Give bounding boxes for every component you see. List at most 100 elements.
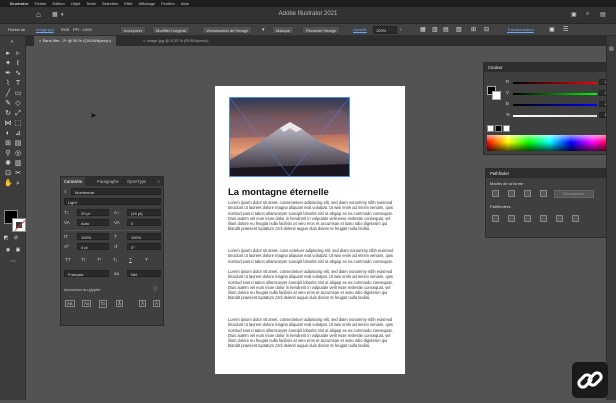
crop-button[interactable] bbox=[540, 215, 547, 222]
type-tool-icon[interactable]: T bbox=[14, 80, 22, 88]
pen-tool-icon[interactable]: ✒ bbox=[4, 70, 12, 78]
eyedropper-tool-icon[interactable]: ⚲ bbox=[4, 150, 12, 158]
lasso-tool-icon[interactable]: ℓ bbox=[14, 60, 22, 68]
line-tool-icon[interactable]: ╱ bbox=[4, 90, 12, 98]
unite-button[interactable] bbox=[492, 190, 499, 197]
panel-menu-icon[interactable]: ≡ bbox=[158, 177, 160, 186]
expand-button[interactable]: Décomposer bbox=[554, 190, 594, 198]
rectangle-tool-icon[interactable]: ▭ bbox=[14, 90, 22, 98]
paragraph[interactable]: Lorem ipsum dolor sit amet, consectetuer… bbox=[228, 200, 394, 248]
align-right-icon[interactable]: ⊟ bbox=[484, 24, 489, 36]
mesh-tool-icon[interactable]: ⊞ bbox=[4, 140, 12, 148]
divide-button[interactable] bbox=[492, 215, 499, 222]
color-spectrum[interactable] bbox=[487, 135, 613, 151]
snap-proximity-icon[interactable]: Ǻ bbox=[116, 300, 124, 307]
outline-button[interactable] bbox=[556, 215, 563, 222]
search-icon[interactable]: ⌕ bbox=[586, 11, 589, 18]
menu-item[interactable]: Aide bbox=[181, 0, 189, 7]
snap-xheight-icon[interactable]: Ax bbox=[82, 300, 92, 307]
black-swatch[interactable] bbox=[495, 125, 502, 132]
shape-builder-tool-icon[interactable]: ◐ bbox=[4, 130, 12, 138]
menu-item[interactable]: Texte bbox=[86, 0, 96, 7]
workspace-icon[interactable]: ▤ bbox=[600, 11, 606, 18]
channel-slider[interactable] bbox=[513, 82, 597, 84]
font-size-field[interactable]: 20 pt bbox=[77, 209, 109, 216]
chevron-right-icon[interactable]: › bbox=[400, 24, 402, 36]
edit-original-button[interactable]: Modifier l'original bbox=[152, 26, 190, 34]
screen-mode-icon[interactable]: ▣ bbox=[14, 246, 22, 254]
arrange-icon[interactable]: ▣ bbox=[549, 24, 555, 36]
merge-button[interactable] bbox=[524, 215, 531, 222]
transform-link[interactable]: Transformation bbox=[507, 24, 534, 36]
minus-front-button[interactable] bbox=[508, 190, 515, 197]
brush-tool-icon[interactable]: ⌇ bbox=[4, 80, 12, 88]
stroke-swatch[interactable] bbox=[12, 218, 26, 232]
language-select[interactable]: Français bbox=[64, 270, 109, 277]
collapse-icon[interactable]: » bbox=[8, 38, 16, 46]
tab-caractere[interactable]: Caractère bbox=[61, 177, 86, 186]
eraser-tool-icon[interactable]: ◇ bbox=[14, 100, 22, 108]
menu-item[interactable]: Affichage bbox=[138, 0, 155, 7]
tab-close-icon[interactable]: × bbox=[39, 38, 41, 43]
trim-button[interactable] bbox=[508, 215, 515, 222]
menu-icon[interactable]: ☰ bbox=[563, 24, 568, 36]
menu-item[interactable]: Fenêtre bbox=[161, 0, 175, 7]
font-family-field[interactable]: Montserrat bbox=[71, 188, 161, 195]
font-style-field[interactable]: Light bbox=[64, 198, 161, 205]
snap-glyph-bounds-icon[interactable]: ⊡ bbox=[99, 300, 107, 308]
tab-paragraphe[interactable]: Paragraphe bbox=[94, 177, 122, 186]
curvature-tool-icon[interactable]: ∿ bbox=[14, 70, 22, 78]
crop-image-button[interactable]: Recadrer l'image bbox=[302, 26, 341, 34]
arrange-icon[interactable]: ▣ bbox=[571, 11, 577, 18]
slice-tool-icon[interactable]: ✂ bbox=[14, 170, 22, 178]
blend-tool-icon[interactable]: ◎ bbox=[14, 150, 22, 158]
character-rotation-field[interactable]: 0° bbox=[127, 243, 161, 250]
image-trace-button[interactable]: Vectorisation de l'image bbox=[202, 26, 253, 34]
rotate-tool-icon[interactable]: ↻ bbox=[4, 110, 12, 118]
search-icon[interactable]: ⌕ bbox=[64, 189, 67, 194]
menu-item[interactable]: Illustrator bbox=[10, 0, 28, 7]
intersect-button[interactable] bbox=[524, 190, 531, 197]
chevron-down-icon[interactable]: ▾ bbox=[262, 24, 265, 36]
snap-anchor-icon[interactable]: Ä bbox=[153, 300, 161, 307]
gradient-tool-icon[interactable]: ▤ bbox=[14, 140, 22, 148]
horizontal-scale-field[interactable]: 100% bbox=[127, 233, 161, 240]
opacity-field[interactable]: 100% bbox=[373, 26, 397, 34]
default-colors-icon[interactable]: ◩ bbox=[2, 234, 10, 242]
selection-tool-icon[interactable]: ▸ bbox=[4, 50, 12, 58]
artboard-tool-icon[interactable]: ⊡ bbox=[4, 170, 12, 178]
align-icon[interactable]: ▥ bbox=[432, 24, 438, 36]
stroke-swatch[interactable] bbox=[492, 91, 501, 100]
pencil-tool-icon[interactable]: ✎ bbox=[4, 100, 12, 108]
symbol-sprayer-tool-icon[interactable]: ✺ bbox=[4, 160, 12, 168]
hand-tool-icon[interactable]: ✋ bbox=[4, 180, 13, 188]
free-transform-tool-icon[interactable]: ⬚ bbox=[14, 120, 22, 128]
snap-angular-icon[interactable]: Å bbox=[139, 300, 147, 307]
tracking-field[interactable]: 0 bbox=[127, 219, 161, 226]
magic-wand-tool-icon[interactable]: ✦ bbox=[4, 60, 12, 68]
perspective-tool-icon[interactable]: ⊿ bbox=[14, 130, 22, 138]
subscript-button[interactable]: T₁ bbox=[113, 257, 117, 262]
vertical-scale-field[interactable]: 100% bbox=[77, 233, 109, 240]
direct-selection-tool-icon[interactable]: ▹ bbox=[14, 50, 22, 58]
filename-link[interactable]: Image.jpg bbox=[36, 24, 54, 36]
menu-item[interactable]: Fichier bbox=[34, 0, 46, 7]
white-swatch[interactable] bbox=[503, 125, 510, 132]
paragraph[interactable]: Lorem ipsum dolor sit amet, consectetuer… bbox=[228, 269, 394, 317]
tab-close-icon[interactable]: × bbox=[143, 38, 145, 43]
menu-item[interactable]: Edition bbox=[52, 0, 64, 7]
properties-icon[interactable]: ▤ bbox=[609, 46, 614, 52]
superscript-button[interactable]: T¹ bbox=[97, 257, 101, 262]
tab-image-jpg[interactable]: × Image.jpg @ 8,33 % (RVB/Aperçu) bbox=[138, 36, 213, 46]
width-tool-icon[interactable]: ⋈ bbox=[4, 120, 12, 128]
all-caps-button[interactable]: TT bbox=[65, 257, 71, 262]
info-icon[interactable]: ⓘ bbox=[153, 286, 158, 292]
leading-field[interactable]: (24 pt) bbox=[127, 209, 161, 216]
draw-mode-icon[interactable]: ◉ bbox=[4, 246, 12, 254]
zoom-tool-icon[interactable]: ⌕ bbox=[14, 180, 22, 188]
graph-tool-icon[interactable]: ▥ bbox=[14, 160, 22, 168]
align-center-icon[interactable]: ⊞ bbox=[471, 24, 476, 36]
mountain-image[interactable] bbox=[229, 97, 350, 177]
tab-opentype[interactable]: OpenType bbox=[124, 177, 149, 186]
menu-item[interactable]: Sélection bbox=[102, 0, 118, 7]
